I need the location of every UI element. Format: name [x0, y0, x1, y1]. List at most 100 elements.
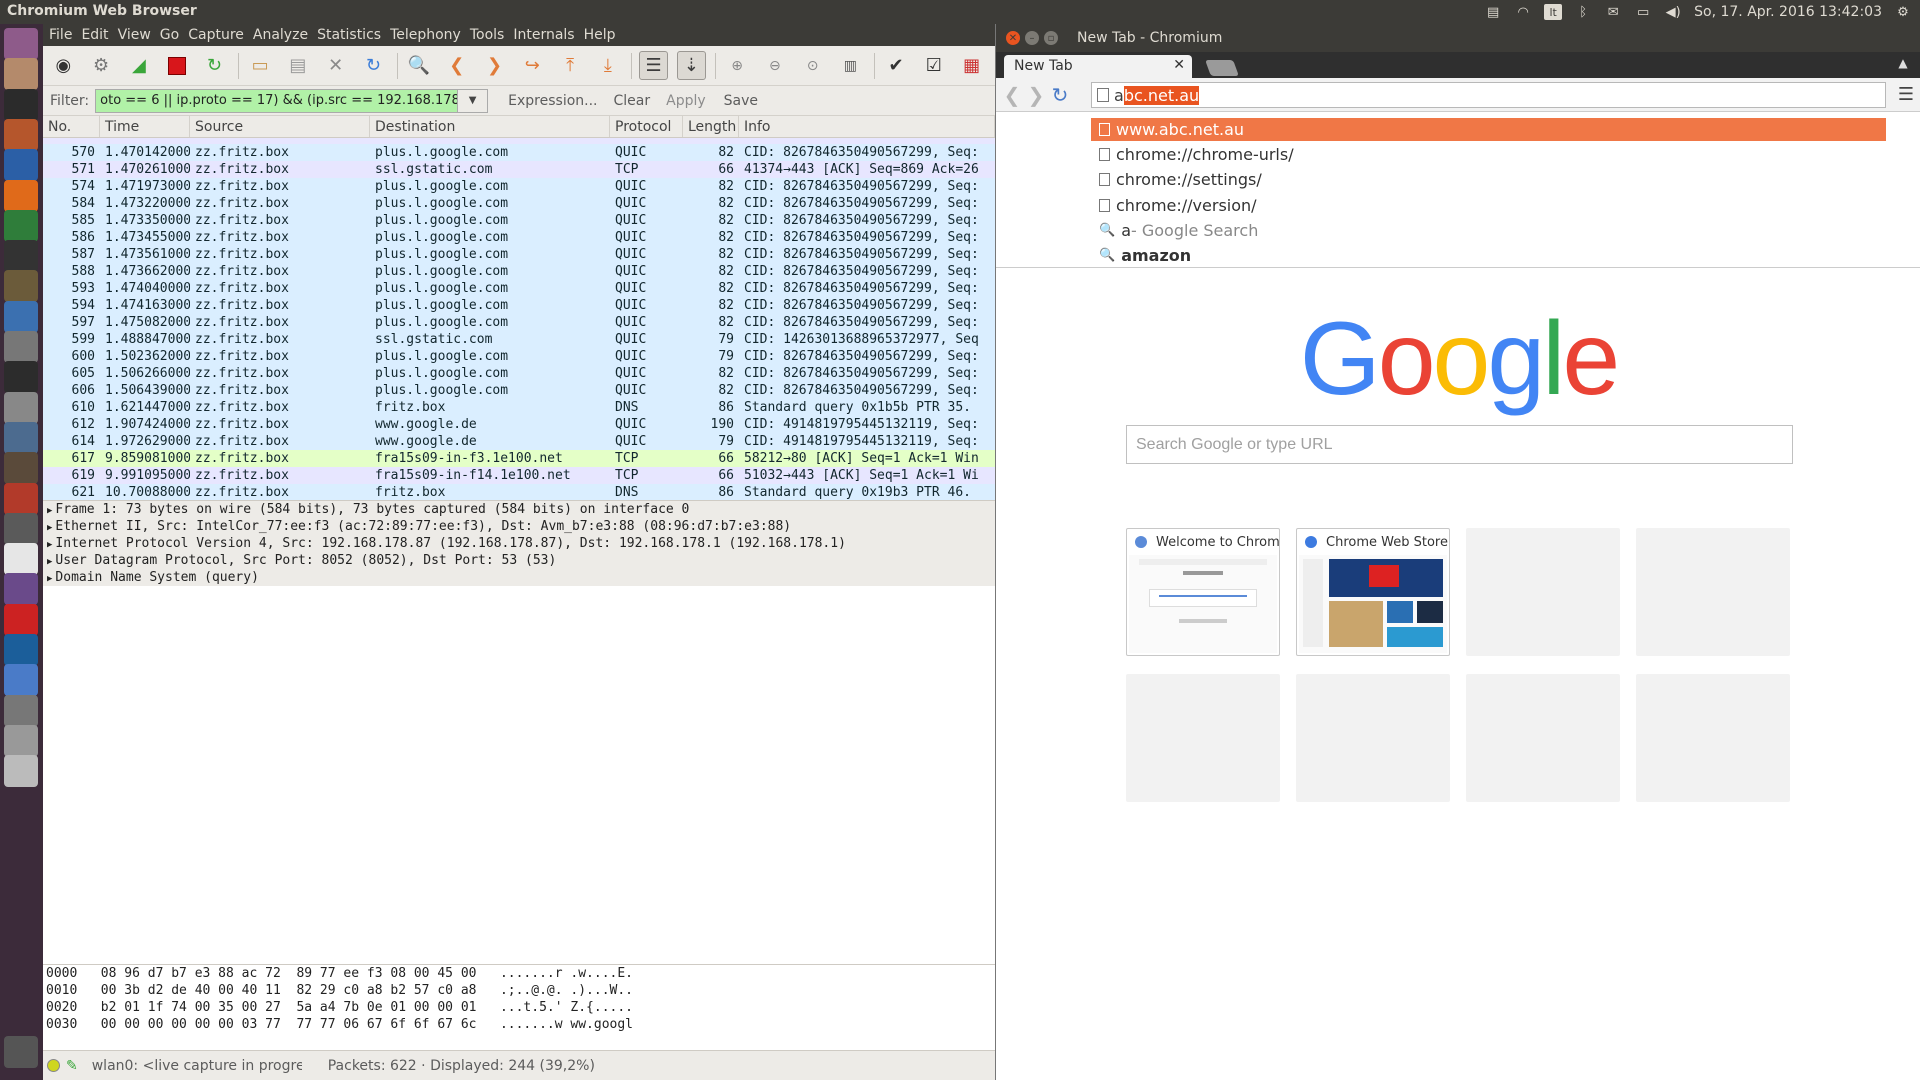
capture-filters-icon[interactable]: ✔ [882, 51, 911, 80]
wave-icon[interactable] [4, 634, 38, 666]
trash-icon[interactable] [4, 1036, 38, 1068]
auto-scroll-icon[interactable]: ⇣ [676, 51, 706, 80]
menu-file[interactable]: File [49, 27, 72, 43]
image-viewer-icon[interactable] [4, 421, 38, 454]
packet-row[interactable]: 571 1.470261000 zz.fritz.box ssl.gstatic.co… [43, 161, 995, 178]
package-icon[interactable] [4, 482, 38, 515]
omnibox-suggestion[interactable]: 🔍 amazon [1091, 244, 1886, 267]
clock-icon[interactable] [4, 543, 38, 576]
capture-comment-icon[interactable]: ✎ [66, 1058, 78, 1074]
device-icon[interactable] [4, 724, 38, 757]
expand-triangle-icon[interactable]: ▶ [47, 506, 52, 516]
packet-row[interactable]: 593 1.474040000 zz.fritz.box plus.l.google.… [43, 280, 995, 297]
apply-button[interactable]: Apply [666, 93, 706, 109]
chrome-menu-icon[interactable]: ☰ [1898, 84, 1914, 105]
filter-combo[interactable]: oto == 6 || ip.proto == 17) && (ip.src =… [95, 88, 489, 113]
packet-row[interactable]: 584 1.473220000 zz.fritz.box plus.l.google.… [43, 195, 995, 212]
capture-options-icon[interactable]: ⚙ [87, 51, 116, 80]
close-tab-icon[interactable]: ✕ [1173, 57, 1185, 73]
column-header-destination[interactable]: Destination [370, 116, 610, 137]
gnome-mines-icon[interactable] [4, 118, 38, 151]
gimp-icon[interactable] [4, 270, 38, 303]
screenshot-icon[interactable] [4, 512, 38, 545]
column-header-source[interactable]: Source [190, 116, 370, 137]
packet-row[interactable]: 619 9.991095000 zz.fritz.box fra15s09-in-f1… [43, 467, 995, 484]
restart-capture-icon[interactable]: ↻ [200, 51, 229, 80]
packet-bytes[interactable]: 0000 08 96 d7 b7 e3 88 ac 72 89 77 ee f3… [43, 964, 995, 1048]
first-packet-icon[interactable]: ⤒ [556, 51, 585, 80]
omnibox-suggestion[interactable]: www.abc.net.au [1091, 118, 1886, 141]
clock[interactable]: So, 17. Apr. 2016 13:42:03 [1694, 4, 1882, 20]
menu-capture[interactable]: Capture [188, 27, 244, 43]
packet-row[interactable]: 600 1.502362000 zz.fritz.box plus.l.google.… [43, 348, 995, 365]
keyboard-layout-indicator[interactable]: lt [1544, 4, 1563, 20]
chromium-icon[interactable] [4, 664, 38, 697]
detail-tree-item[interactable]: ▶ Ethernet II, Src: IntelCor_77:ee:f3 (ac… [43, 518, 995, 535]
menu-go[interactable]: Go [160, 27, 179, 43]
system-monitor-icon[interactable] [4, 88, 38, 121]
omnibox[interactable]: a bc.net.au [1091, 82, 1886, 108]
packet-row[interactable]: 586 1.473455000 zz.fritz.box plus.l.google.… [43, 229, 995, 246]
packet-row[interactable]: 585 1.473350000 zz.fritz.box plus.l.google.… [43, 212, 995, 229]
minimize-window-icon[interactable]: – [1025, 31, 1039, 45]
packet-row[interactable]: 588 1.473662000 zz.fritz.box plus.l.google.… [43, 263, 995, 280]
packet-details[interactable]: ▶ Frame 1: 73 bytes on wire (584 bits), 7… [43, 500, 995, 950]
power-gear-icon[interactable]: ⚙ [1894, 4, 1912, 20]
zoom-out-icon[interactable]: ⊖ [760, 51, 789, 80]
detail-tree-item[interactable]: ▶ Frame 1: 73 bytes on wire (584 bits), 7… [43, 501, 995, 518]
calculator-icon[interactable] [4, 240, 38, 273]
packet-row[interactable]: 570 1.470142000 zz.fritz.box plus.l.google.… [43, 144, 995, 161]
tab-new-tab[interactable]: New Tab ✕ [1004, 55, 1192, 78]
back-icon[interactable]: ❮ [1000, 83, 1024, 107]
google-search-box[interactable]: Search Google or type URL [1126, 425, 1793, 464]
resize-columns-icon[interactable]: ▥ [836, 51, 865, 80]
omnibox-suggestion[interactable]: 🔍 a - Google Search [1091, 219, 1886, 242]
tile-web-store[interactable]: Chrome Web Store [1296, 528, 1450, 656]
display-filters-icon[interactable]: ☑ [919, 51, 948, 80]
display-icon[interactable] [4, 573, 38, 606]
forward-icon[interactable]: ❯ [1024, 83, 1048, 107]
packet-list[interactable]: 570 1.470142000 zz.fritz.box plus.l.google.… [43, 138, 995, 500]
omnibox-suggestion[interactable]: chrome://version/ [1091, 194, 1886, 217]
battery-icon[interactable]: ▭ [1634, 4, 1652, 20]
colorize-icon[interactable]: ☰ [639, 51, 668, 80]
packet-row[interactable]: 594 1.474163000 zz.fritz.box plus.l.google.… [43, 297, 995, 314]
column-header-protocol[interactable]: Protocol [610, 116, 683, 137]
save-filter-button[interactable]: Save [724, 93, 758, 109]
terminal-icon[interactable] [4, 361, 38, 394]
ubuntu-dash-icon[interactable] [4, 28, 38, 60]
go-back-icon[interactable]: ❮ [442, 51, 471, 80]
expression-button[interactable]: Expression... [508, 93, 597, 109]
settings-icon[interactable] [4, 391, 38, 424]
new-tab-button[interactable] [1205, 60, 1239, 76]
expand-triangle-icon[interactable]: ▶ [47, 557, 52, 567]
detail-tree-item[interactable]: ▶ User Datagram Protocol, Src Port: 8052 … [43, 552, 995, 569]
close-file-icon[interactable]: ✕ [321, 51, 350, 80]
menu-statistics[interactable]: Statistics [317, 27, 381, 43]
open-file-icon[interactable]: ▭ [246, 51, 275, 80]
file-cabinet-icon[interactable]: ▤ [1484, 4, 1502, 20]
menu-view[interactable]: View [118, 27, 151, 43]
zoom-in-icon[interactable]: ⊕ [723, 51, 752, 80]
save-file-icon[interactable]: ▤ [283, 51, 312, 80]
thunderbird-icon[interactable] [4, 149, 38, 182]
maximize-window-icon[interactable]: ▫ [1044, 31, 1058, 45]
expand-triangle-icon[interactable]: ▶ [47, 523, 52, 533]
menu-internals[interactable]: Internals [513, 27, 574, 43]
packet-row[interactable]: 610 1.621447000 zz.fritz.box fritz.box DNS 86… [43, 399, 995, 416]
detail-tree-item[interactable]: ▶ Internet Protocol Version 4, Src: 192.1… [43, 535, 995, 552]
omnibox-suggestion[interactable]: chrome://chrome-urls/ [1091, 143, 1886, 166]
reload-icon[interactable]: ↻ [359, 51, 388, 80]
menu-telephony[interactable]: Telephony [390, 27, 461, 43]
packet-row[interactable]: 597 1.475082000 zz.fritz.box plus.l.google.… [43, 314, 995, 331]
packet-row[interactable]: 605 1.506266000 zz.fritz.box plus.l.google.… [43, 365, 995, 382]
last-packet-icon[interactable]: ⤓ [593, 51, 622, 80]
drive-icon[interactable] [4, 694, 38, 727]
go-to-packet-icon[interactable]: ↪ [518, 51, 547, 80]
expand-triangle-icon[interactable]: ▶ [47, 540, 52, 550]
tile-welcome[interactable]: Welcome to Chromium [1126, 528, 1280, 656]
usb-icon[interactable] [4, 755, 38, 788]
column-header-no[interactable]: No. [43, 116, 100, 137]
firefox-icon[interactable] [4, 179, 38, 212]
mail-icon[interactable]: ✉ [1604, 4, 1622, 20]
